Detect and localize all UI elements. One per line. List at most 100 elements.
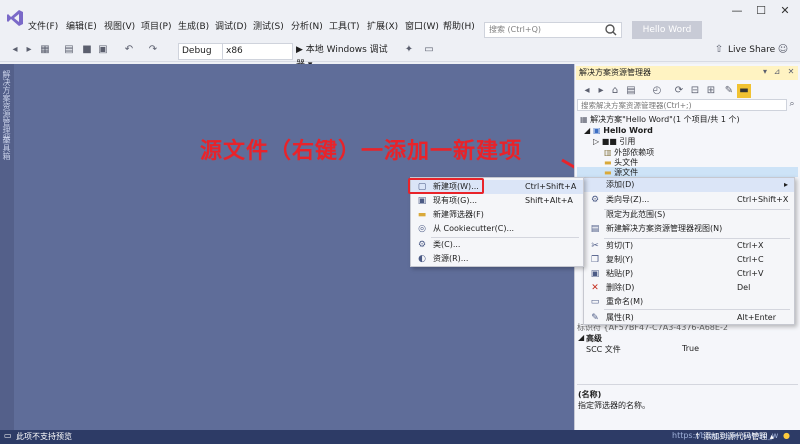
existing-item-icon: ▣ (417, 196, 427, 206)
class-wizard-icon: ⚙ (590, 195, 600, 205)
panel-dropdown-icon[interactable]: ▾ (760, 66, 770, 78)
sync-icon[interactable]: ⟳ (672, 84, 686, 98)
collapse-section-icon[interactable]: ◢ (578, 333, 584, 342)
home-icon[interactable]: ⌂ (608, 84, 622, 98)
menu-help[interactable]: 帮助(H) (443, 19, 475, 32)
menu-new-explorer-view[interactable]: ▤ 新建解决方案资源管理器视图(N) (584, 222, 794, 236)
property-label: SCC 文件 (586, 345, 621, 354)
menu-item-label: 复制(Y) (606, 255, 634, 264)
properties-wrench-icon[interactable]: ✎ (722, 84, 736, 98)
menu-properties[interactable]: ✎ 属性(R) Alt+Enter (584, 311, 794, 325)
live-share-button[interactable]: Live Share (728, 43, 775, 58)
menu-test[interactable]: 测试(S) (253, 19, 284, 32)
redo-icon[interactable]: ↷ (146, 43, 160, 57)
feedback-icon[interactable]: ☺ (776, 43, 790, 57)
menu-item-label: 重命名(M) (606, 297, 644, 306)
folder-icon: ▬ (604, 158, 615, 167)
save-all-icon[interactable]: ▣ (96, 43, 110, 57)
menu-existing-item[interactable]: ▣ 现有项(G)... Shift+Alt+A (411, 194, 583, 208)
menu-cut[interactable]: ✂ 剪切(T) Ctrl+X (584, 239, 794, 253)
folder-icon: ▬ (604, 168, 615, 177)
menu-analyze[interactable]: 分析(N) (291, 19, 323, 32)
menu-window[interactable]: 窗口(W) (405, 19, 439, 32)
rename-icon: ▭ (590, 297, 600, 307)
menu-debug[interactable]: 调试(D) (215, 19, 247, 32)
menu-class-wizard[interactable]: ⚙ 类向导(Z)... Ctrl+Shift+X (584, 193, 794, 207)
notification-bell-icon[interactable]: ● (783, 431, 790, 440)
menu-copy[interactable]: ❐ 复制(Y) Ctrl+C (584, 253, 794, 267)
menu-item-label: 粘贴(P) (606, 269, 634, 278)
menu-item-shortcut: Ctrl+V (737, 269, 764, 278)
flame-icon[interactable]: ✦ (402, 43, 416, 57)
show-all-files-icon[interactable]: ⊞ (704, 84, 718, 98)
menu-cookiecutter[interactable]: ◎ 从 Cookiecutter(C)... (411, 222, 583, 236)
menu-item-shortcut: Ctrl+X (737, 241, 764, 250)
menu-new-filter[interactable]: ▬ 新建筛选器(F) (411, 208, 583, 222)
menu-rename[interactable]: ▭ 重命名(M) (584, 295, 794, 309)
menu-class[interactable]: ⚙ 类(C)... (411, 238, 583, 252)
forward-icon[interactable]: ▸ (594, 84, 608, 98)
annotation-text: 源文件（右键）一添加一新建项 (200, 139, 523, 164)
property-section-advanced: 高级 (586, 334, 602, 343)
switch-view-icon[interactable]: ▤ (624, 84, 638, 98)
menu-scope-to-this[interactable]: 限定为此范围(S) (584, 208, 794, 222)
maximize-button[interactable]: ☐ (752, 4, 770, 18)
collapse-arrow-icon[interactable]: ▷ (593, 137, 602, 146)
search-icon[interactable]: ⌕ (786, 98, 798, 110)
menu-add[interactable]: 添加(D) ▸ (584, 178, 794, 192)
minimize-button[interactable]: — (728, 4, 746, 18)
undo-icon[interactable]: ↶ (122, 43, 136, 57)
menu-item-label: 删除(D) (606, 283, 635, 292)
panel-close-icon[interactable]: ✕ (786, 66, 796, 78)
menu-delete[interactable]: ✕ 删除(D) Del (584, 281, 794, 295)
back-icon[interactable]: ◂ (8, 43, 22, 57)
collapse-all-icon[interactable]: ⊟ (688, 84, 702, 98)
search-icon[interactable] (603, 22, 619, 38)
menu-item-shortcut: Ctrl+C (737, 255, 764, 264)
menu-view[interactable]: 视图(V) (104, 19, 135, 32)
open-icon[interactable]: ▤ (62, 43, 76, 57)
expand-arrow-icon[interactable]: ◢ (584, 126, 593, 135)
external-deps-icon: ▥ (604, 148, 615, 157)
menu-tools[interactable]: 工具(T) (329, 19, 360, 32)
property-row-scc[interactable]: SCC 文件 True (586, 344, 786, 355)
tree-project[interactable]: ◢ ▣ Hello Word (584, 125, 653, 136)
platform-select[interactable]: x86 (222, 43, 293, 60)
configuration-select[interactable]: Debug (178, 43, 223, 60)
live-share-icon[interactable]: ⇧ (712, 43, 726, 57)
menu-build[interactable]: 生成(B) (178, 19, 209, 32)
menu-separator (604, 309, 790, 310)
status-text: 此项不支持预览 (16, 432, 72, 441)
menu-resource[interactable]: ◐ 资源(R)... (411, 252, 583, 266)
preview-icon[interactable]: ▬ (737, 84, 751, 98)
context-menu-main: 添加(D) ▸ ⚙ 类向导(Z)... Ctrl+Shift+X 限定为此范围(… (583, 177, 795, 325)
menu-item-shortcut: Shift+Alt+A (525, 196, 573, 205)
tab-toolbox[interactable]: 工具箱 (2, 136, 12, 160)
menu-file[interactable]: 文件(F) (28, 19, 58, 32)
start-debugger-button[interactable]: ▶ 本地 Windows 调试器 ▾ (296, 43, 396, 70)
pin-icon[interactable]: ⊿ (772, 66, 782, 78)
tab-solution-explorer[interactable]: 解决方案资源管理器 (2, 70, 12, 142)
solution-search-input[interactable]: 搜索解决方案资源管理器(Ctrl+;) (577, 99, 787, 111)
screenshot-icon[interactable]: ▭ (422, 43, 436, 57)
close-button[interactable]: ✕ (776, 4, 794, 18)
search-input[interactable]: 搜索 (Ctrl+Q) (484, 22, 622, 38)
save-icon[interactable]: ■ (80, 43, 94, 57)
menu-paste[interactable]: ▣ 粘贴(P) Ctrl+V (584, 267, 794, 281)
source-control-button[interactable]: ↑ 添加到源代码管理 ▴ (694, 431, 774, 442)
menu-project[interactable]: 项目(P) (141, 19, 171, 32)
tree-solution[interactable]: ▦ 解决方案"Hello Word"(1 个项目/共 1 个) (580, 114, 740, 125)
new-project-icon[interactable]: ▦ (38, 43, 52, 57)
forward-icon[interactable]: ▸ (22, 43, 36, 57)
menu-edit[interactable]: 编辑(E) (66, 19, 97, 32)
menu-extensions[interactable]: 扩展(X) (367, 19, 398, 32)
pending-changes-icon[interactable]: ◴ (650, 84, 664, 98)
menu-item-label: 现有项(G)... (433, 196, 478, 205)
project-name-badge: Hello Word (632, 21, 702, 39)
menu-item-shortcut: Ctrl+Shift+X (737, 195, 789, 204)
class-icon: ⚙ (417, 240, 427, 250)
back-icon[interactable]: ◂ (580, 84, 594, 98)
property-description-title: (名称) (578, 390, 602, 399)
new-view-icon: ▤ (590, 224, 600, 234)
tree-references[interactable]: ▷ ■■ 引用 (593, 136, 635, 147)
